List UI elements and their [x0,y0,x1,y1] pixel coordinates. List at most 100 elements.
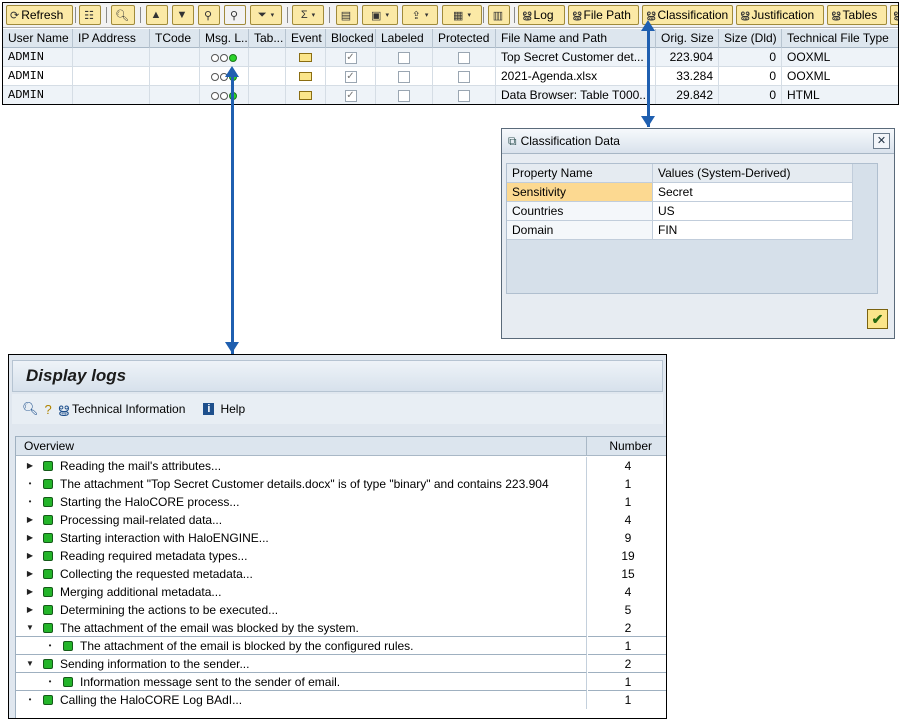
layout-grid-icon: ▦ [453,9,464,22]
details-button[interactable]: ☷ [79,5,101,25]
col-size-dld[interactable]: Size (Dld) [719,29,782,48]
cell-file: Top Secret Customer det... [496,48,656,67]
log-subitem[interactable]: • Information message sent to the sender … [16,673,666,691]
technical-information-button[interactable]: Technical Information [72,402,185,416]
log-item[interactable]: ▶ Collecting the requested metadata... 15 [16,565,666,583]
export-icon: ⇪ [411,9,421,22]
cell-event[interactable] [286,86,326,104]
expand-arrow-icon[interactable]: ▶ [25,601,35,619]
col-tab[interactable]: Tab... [249,29,286,48]
cell-type: OOXML [787,50,831,64]
find-next-button[interactable]: ⚲ [224,5,246,25]
cell-tab [249,86,286,104]
expand-arrow-icon[interactable]: ▶ [25,583,35,601]
collapse-arrow-icon[interactable]: ▼ [25,655,35,672]
table-row[interactable]: Domain FIN [507,221,853,240]
col-property-name[interactable]: Property Name [507,164,653,183]
log-item[interactable]: ▼ Sending information to the sender... 2 [16,655,666,673]
col-number[interactable]: Number [588,437,666,456]
expand-arrow-icon[interactable]: ▶ [25,511,35,529]
col-file-name[interactable]: File Name and Path [496,29,656,48]
sort-ascending-button[interactable]: ▲ [146,5,168,25]
layout-button[interactable]: ▦ ▾ [442,5,482,25]
table-row[interactable]: Sensitivity Secret [507,183,853,202]
log-item[interactable]: • Calling the HaloCORE Log BAdI... 1 [16,691,666,709]
expand-arrow-icon[interactable]: ▶ [25,529,35,547]
cell-type: HTML [787,88,820,102]
envelope-icon[interactable] [299,91,312,100]
log-item-count: 4 [624,585,632,599]
find-binoculars-button[interactable]: ⚲ [198,5,220,25]
envelope-icon[interactable] [299,53,312,62]
table-row[interactable]: Countries US [507,202,853,221]
log-item[interactable]: • Starting the HaloCORE process... 1 [16,493,666,511]
col-protected[interactable]: Protected [433,29,496,48]
log-item[interactable]: ▼ The attachment of the email was blocked… [16,619,666,637]
log-item-text: The attachment of the email was blocked … [60,621,359,635]
col-event[interactable]: Event [286,29,326,48]
collapse-arrow-icon[interactable]: ▼ [25,619,35,636]
expand-arrow-icon[interactable]: ▶ [25,457,35,475]
help-question-icon[interactable]: ? [45,402,52,417]
graphic-button[interactable]: ▥ [488,5,510,25]
col-technical-file-type[interactable]: Technical File Type [782,29,898,48]
cell-event[interactable] [286,48,326,67]
log-item-count: 2 [588,619,666,637]
log-item[interactable]: ▶ Reading the mail's attributes... 4 [16,457,666,475]
help-button[interactable]: Help [220,402,245,416]
confirm-button[interactable]: ✔ [867,309,888,329]
table-row[interactable]: ADMIN ✓ Data Browser: Table T000... 29.8… [3,86,898,104]
log-item-count: 15 [621,567,635,581]
cell-blocked: ✓ [326,48,376,67]
log-item[interactable]: • The attachment "Top Secret Customer det… [16,475,666,493]
classification-button[interactable]: ൠ Classification [642,5,733,25]
print-button[interactable]: ▤ [336,5,358,25]
detail-magnifier-icon[interactable]: 🔍︎ [22,401,39,417]
export-button[interactable]: ⇪ ▾ [402,5,438,25]
arrow-head-up [225,66,239,77]
chevron-down-icon: ▾ [270,12,275,19]
traffic-light-off-icon [219,53,228,62]
log-subitem[interactable]: • The attachment of the email is blocked … [16,637,666,655]
log-button[interactable]: ൠ Log [518,5,565,25]
col-blocked[interactable]: Blocked [326,29,376,48]
find-button[interactable]: 🔍︎ [111,5,135,25]
col-overview[interactable]: Overview [16,437,587,456]
sort-descending-button[interactable]: ▼ [172,5,194,25]
col-labeled[interactable]: Labeled [376,29,433,48]
table-row[interactable]: ADMIN ✓ Top Secret Customer det... 223.9… [3,48,898,67]
log-item-text: Sending information to the sender... [60,657,250,671]
table-row[interactable]: ADMIN ✓ 2021-Agenda.xlsx 33.284 0 OOXML [3,67,898,86]
filter-button[interactable]: ⏷ ▾ [250,5,282,25]
log-item[interactable]: ▶ Determining the actions to be executed.… [16,601,666,619]
binoculars-next-icon: ⚲ [229,9,239,22]
col-values[interactable]: Values (System-Derived) [653,164,853,183]
cell-user: ADMIN [3,48,73,67]
file-path-button[interactable]: ൠ File Path [568,5,639,25]
log-item[interactable]: ▶ Reading required metadata types... 19 [16,547,666,565]
log-item[interactable]: ▶ Processing mail-related data... 4 [16,511,666,529]
close-button[interactable]: ✕ [873,133,890,149]
refresh-button[interactable]: ⟳ Refresh [6,5,73,25]
expand-arrow-icon[interactable]: ▶ [25,565,35,583]
envelope-icon[interactable] [299,72,312,81]
justification-button[interactable]: ൠ Justification [736,5,824,25]
more-button[interactable]: ൠ [890,5,898,25]
views-button[interactable]: ▣ ▾ [362,5,398,25]
dialog-title-bar[interactable]: ⧉ Classification Data [502,129,894,154]
total-button[interactable]: Σ ▾ [292,5,324,25]
log-label: Log [533,8,554,22]
col-orig-size[interactable]: Orig. Size [656,29,719,48]
labeled-checkbox [398,51,410,64]
col-ip-address[interactable]: IP Address [73,29,150,48]
log-item-count: 4 [624,459,632,473]
tables-button[interactable]: ൠ Tables [827,5,887,25]
log-item[interactable]: ▶ Starting interaction with HaloENGINE...… [16,529,666,547]
log-item[interactable]: ▶ Merging additional metadata... 4 [16,583,666,601]
col-user-name[interactable]: User Name [3,29,73,48]
cell-event[interactable] [286,67,326,86]
expand-arrow-icon[interactable]: ▶ [25,547,35,565]
col-msg-level[interactable]: Msg. L... [200,29,249,48]
classification-table-header: Property Name Values (System-Derived) [507,164,853,183]
col-tcode[interactable]: TCode [150,29,200,48]
